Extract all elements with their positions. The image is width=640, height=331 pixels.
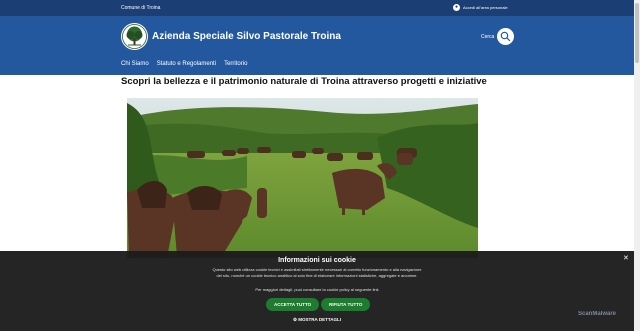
nav-item-territorio[interactable]: Territorio [224, 61, 247, 67]
search-icon [500, 31, 511, 42]
personal-area-label: Accedi all'area personale [463, 5, 508, 10]
page-headline: Scopri la bellezza e il patrimonio natur… [121, 76, 487, 87]
gear-icon: ⚙ [292, 317, 298, 322]
search-label: Cerca [481, 34, 495, 40]
site-title[interactable]: Azienda Speciale Silvo Pastorale Troina [152, 31, 341, 42]
scrollbar-thumb[interactable] [635, 3, 639, 63]
user-icon: ● [453, 4, 460, 11]
show-details-button[interactable]: ⚙ MOSTRA DETTAGLI [0, 317, 634, 323]
cookie-policy-text: Per maggiori dettagli, puoi consultare l… [255, 287, 379, 292]
nav-item-statuto[interactable]: Statuto e Regolamenti [157, 61, 216, 67]
main-nav: Chi Siamo Statuto e Regolamenti Territor… [121, 61, 247, 67]
municipality-link[interactable]: Comune di Troina [121, 5, 160, 11]
cookie-banner: ✕ Informazioni sui cookie Questo sito we… [0, 251, 634, 331]
cookie-text: Questo sito web utilizza cookie tecnici … [212, 267, 422, 278]
personal-area-link[interactable]: ● Accedi all'area personale [453, 4, 508, 11]
accept-all-button[interactable]: ACCETTA TUTTO [266, 298, 320, 311]
search-button[interactable] [497, 28, 514, 45]
show-details-label: MOSTRA DETTAGLI [298, 317, 342, 322]
tree-logo[interactable] [121, 23, 148, 50]
hero-image-donkeys [127, 98, 478, 258]
site-header: Azienda Speciale Silvo Pastorale Troina … [0, 16, 634, 75]
scrollbar[interactable] [634, 0, 640, 331]
cookie-title: Informazioni sui cookie [278, 257, 356, 264]
watermark: ScanMalware [578, 311, 617, 317]
reject-all-button[interactable]: RIFIUTA TUTTO [321, 298, 371, 311]
top-bar: Comune di Troina ● Accedi all'area perso… [0, 0, 634, 16]
nav-item-chi-siamo[interactable]: Chi Siamo [121, 61, 149, 67]
